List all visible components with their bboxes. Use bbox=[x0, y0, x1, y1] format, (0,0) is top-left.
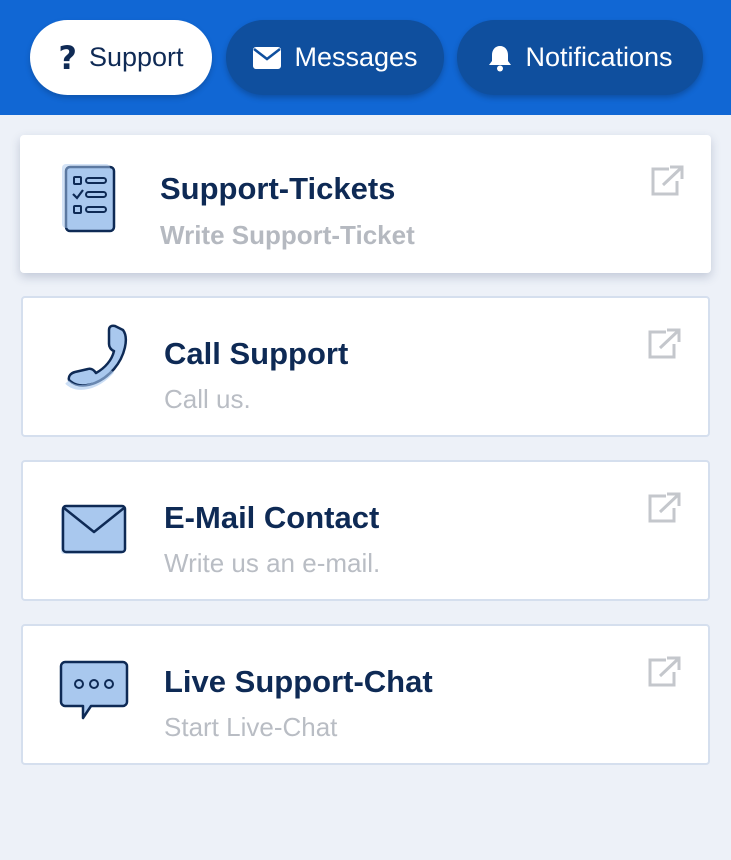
email-contact-card[interactable]: E-Mail Contact Write us an e-mail. bbox=[21, 460, 710, 601]
live-chat-card[interactable]: Live Support-Chat Start Live-Chat bbox=[21, 624, 710, 765]
call-support-card[interactable]: Call Support Call us. bbox=[21, 296, 710, 437]
tab-messages-label: Messages bbox=[294, 42, 418, 72]
card-subtitle: Write Support-Ticket bbox=[160, 220, 415, 250]
tab-notifications[interactable]: Notifications bbox=[457, 20, 703, 95]
checklist-icon bbox=[56, 161, 126, 237]
tab-messages[interactable]: Messages bbox=[226, 20, 444, 95]
external-link-icon[interactable] bbox=[646, 656, 682, 688]
tab-support-label: Support bbox=[88, 42, 184, 72]
card-subtitle: Start Live-Chat bbox=[164, 712, 338, 742]
external-link-icon[interactable] bbox=[646, 328, 682, 360]
tab-support[interactable]: ? Support bbox=[30, 20, 212, 95]
card-title: Live Support-Chat bbox=[164, 664, 433, 699]
tab-notifications-label: Notifications bbox=[525, 42, 673, 72]
mail-icon bbox=[59, 488, 129, 564]
external-link-icon[interactable] bbox=[646, 492, 682, 524]
support-panel: ? Support Messages Notifications Support… bbox=[0, 0, 731, 860]
tab-bar: ? Support Messages Notifications bbox=[0, 0, 731, 115]
question-mark-icon: ? bbox=[58, 38, 77, 77]
phone-icon bbox=[59, 324, 129, 400]
external-link-icon[interactable] bbox=[649, 165, 685, 197]
envelope-icon bbox=[252, 46, 282, 70]
chat-bubble-icon bbox=[59, 652, 129, 728]
bell-icon bbox=[487, 44, 513, 72]
card-title: Call Support bbox=[164, 336, 349, 371]
support-tickets-card[interactable]: Support-Tickets Write Support-Ticket bbox=[20, 135, 711, 273]
card-title: Support-Tickets bbox=[160, 171, 396, 206]
card-title: E-Mail Contact bbox=[164, 500, 380, 535]
card-subtitle: Write us an e-mail. bbox=[164, 548, 381, 578]
card-subtitle: Call us. bbox=[164, 384, 251, 414]
